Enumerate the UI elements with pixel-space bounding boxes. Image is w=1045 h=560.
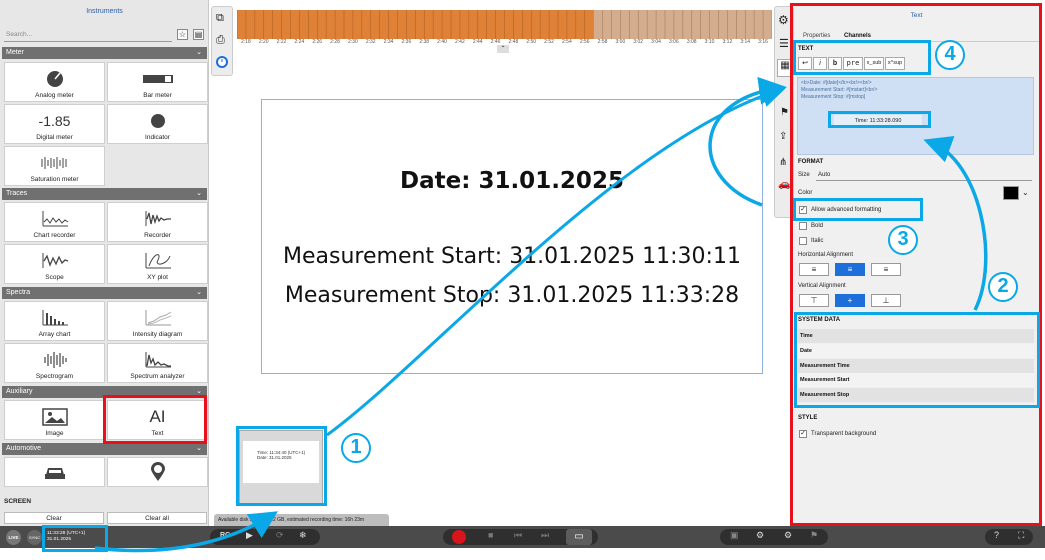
annotation-number-3: 3 xyxy=(888,225,918,255)
annotation-number-4: 4 xyxy=(935,40,965,70)
annotation-arrows xyxy=(94,76,988,553)
annotation-number-2: 2 xyxy=(988,272,1018,302)
annotation-number-1: 1 xyxy=(341,433,371,463)
